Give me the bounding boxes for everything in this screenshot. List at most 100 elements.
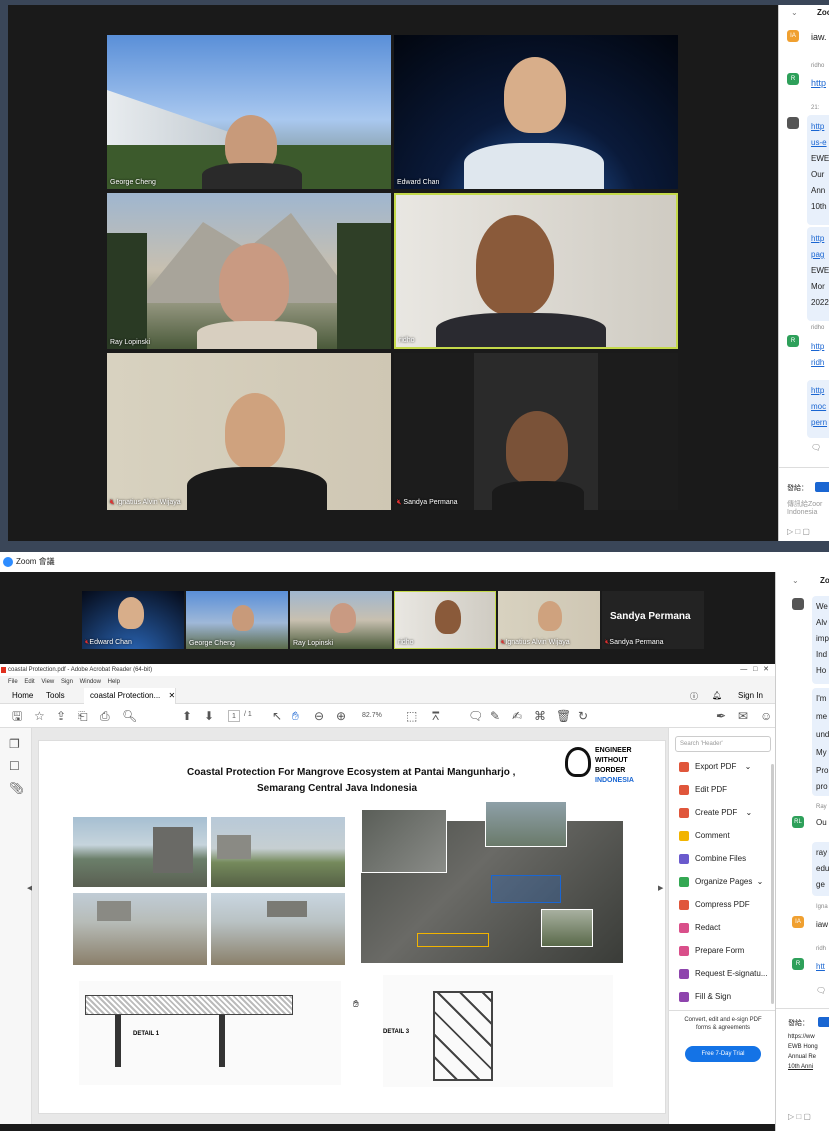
person-head bbox=[538, 601, 562, 631]
chat-collapse-icon[interactable]: ⌄ bbox=[792, 576, 799, 585]
chat-link[interactable]: pern bbox=[811, 418, 827, 427]
zoom-out-icon[interactable]: ⊖ bbox=[314, 704, 324, 728]
save-icon[interactable]: 🖫︎ bbox=[12, 704, 22, 728]
zoom-level[interactable]: 82.7% bbox=[362, 712, 382, 719]
free-trial-button[interactable]: Free 7-Day Trial bbox=[685, 1046, 761, 1062]
tab-home[interactable]: Home bbox=[12, 691, 33, 700]
panel-scrollbar[interactable] bbox=[771, 764, 774, 1004]
thumb-edward-chan[interactable]: 🔇︎Edward Chan bbox=[82, 591, 184, 649]
chat-time: 21: bbox=[811, 105, 820, 111]
star-icon[interactable]: ☆ bbox=[34, 704, 45, 728]
chat-link[interactable]: ridh bbox=[811, 358, 824, 367]
share-icon[interactable]: ⎗ bbox=[78, 704, 88, 728]
attachment-icon[interactable]: 📎︎ bbox=[9, 776, 24, 800]
thumb-george-cheng[interactable]: George Cheng bbox=[186, 591, 288, 649]
chat-link[interactable]: us-e bbox=[811, 138, 827, 147]
bookmark-icon[interactable]: ☐ bbox=[9, 754, 20, 778]
tab-document[interactable]: coastal Protection... ✕ bbox=[84, 688, 176, 704]
rotate-icon[interactable]: ↻ bbox=[578, 704, 588, 728]
video-tile-edward-chan[interactable]: Edward Chan bbox=[394, 35, 678, 189]
thumb-ignatius-alvin-wijaya[interactable]: 🔇︎Ignatius Alvin Wijaya bbox=[498, 591, 600, 649]
chat-toolbar-icons[interactable]: ▷ □ ▢ bbox=[788, 1112, 811, 1121]
thumb-ray-lopinski[interactable]: Ray Lopinski bbox=[290, 591, 392, 649]
sign-icon[interactable]: ✍︎ bbox=[512, 704, 522, 728]
tools-search-input[interactable]: Search 'Header' bbox=[675, 736, 771, 752]
chat-link[interactable]: pag bbox=[811, 250, 824, 259]
pages-icon[interactable]: ❐ bbox=[9, 732, 20, 756]
comment-icon[interactable]: 🗨︎ bbox=[468, 704, 483, 728]
chat-link[interactable]: http bbox=[811, 234, 824, 243]
chat-draft-line[interactable]: https://ww bbox=[788, 1034, 815, 1040]
signature-icon[interactable]: ✒ bbox=[716, 704, 726, 728]
tool-edit-pdf[interactable]: Edit PDF bbox=[679, 785, 727, 795]
menu-window[interactable]: Window bbox=[80, 679, 101, 685]
account-icon[interactable]: ☺ bbox=[760, 704, 772, 728]
logo-text-1: ENGINEER bbox=[595, 747, 632, 754]
close-tab-icon[interactable]: ✕ bbox=[169, 691, 176, 700]
chat-link[interactable]: htt bbox=[816, 962, 825, 971]
menu-edit[interactable]: Edit bbox=[24, 679, 34, 685]
video-tile-ridho[interactable]: ridho bbox=[394, 193, 678, 349]
chat-text: EWE bbox=[811, 266, 829, 275]
chat-link[interactable]: http bbox=[811, 78, 826, 88]
person-body bbox=[436, 313, 606, 347]
mail-icon[interactable]: ✉ bbox=[738, 704, 748, 728]
chat-link[interactable]: http bbox=[811, 342, 824, 351]
zoom-in-icon[interactable]: ⊕ bbox=[336, 704, 346, 728]
thumb-sandya-permana[interactable]: Sandya Permana 🔇︎Sandya Permana bbox=[602, 591, 704, 649]
tool-compress-pdf[interactable]: Compress PDF bbox=[679, 900, 750, 910]
reaction-icon[interactable]: 🗨︎ bbox=[811, 443, 821, 452]
tool-comment[interactable]: Comment bbox=[679, 831, 730, 841]
tool-combine-files[interactable]: Combine Files bbox=[679, 854, 746, 864]
menu-sign[interactable]: Sign bbox=[61, 679, 73, 685]
reaction-icon[interactable]: 🗨︎ bbox=[816, 986, 826, 995]
chat-toolbar-icons[interactable]: ▷ □ ▢ bbox=[787, 527, 810, 536]
select-cursor-icon[interactable]: ↖ bbox=[272, 704, 282, 728]
tool-fill-and-sign[interactable]: Fill & Sign bbox=[679, 992, 731, 1002]
chat-text: Ind bbox=[816, 650, 828, 659]
trash-icon[interactable]: 🗑︎ bbox=[556, 704, 571, 728]
tool-organize-pages[interactable]: Organize Pages ⌄ bbox=[679, 877, 763, 887]
hand-icon[interactable]: ✋︎ bbox=[292, 704, 299, 728]
chat-collapse-icon[interactable]: ⌄ bbox=[791, 8, 798, 17]
tools-panel: Search 'Header' Export PDF ⌄ Edit PDF Cr… bbox=[668, 728, 776, 1124]
chat-bubble bbox=[812, 688, 829, 796]
tool-prepare-form[interactable]: Prepare Form bbox=[679, 946, 744, 956]
chat-input-placeholder[interactable]: 傳訊給Zoor bbox=[787, 499, 822, 509]
thumb-ridho[interactable]: ridho bbox=[394, 591, 496, 649]
search-icon[interactable]: 🔍︎ bbox=[122, 704, 137, 728]
scroll-mode-icon[interactable]: ⩞ bbox=[432, 704, 439, 728]
tool-request-esignature[interactable]: Request E-signatu... bbox=[679, 969, 767, 979]
page-down-icon[interactable]: ⬇︎ bbox=[204, 704, 214, 728]
collapse-right-arrow[interactable]: ▶ bbox=[658, 884, 663, 892]
chat-link[interactable]: http bbox=[811, 122, 824, 131]
menu-view[interactable]: View bbox=[41, 679, 54, 685]
fit-page-icon[interactable]: ⬚ bbox=[406, 704, 417, 728]
annotation-box bbox=[417, 933, 489, 947]
print-icon[interactable]: ⎙ bbox=[100, 704, 110, 728]
video-tile-george-cheng[interactable]: George Cheng bbox=[107, 35, 391, 189]
menu-file[interactable]: File bbox=[8, 679, 18, 685]
recipient-dropdown[interactable] bbox=[815, 482, 829, 492]
stamp-icon[interactable]: ⌘ bbox=[534, 704, 546, 728]
pen-icon[interactable]: ✎ bbox=[490, 704, 500, 728]
menu-help[interactable]: Help bbox=[108, 679, 120, 685]
video-tile-ignatius-alvin-wijaya[interactable]: 🔇︎ Ignatius Alvin Wijaya bbox=[107, 353, 391, 510]
tab-tools[interactable]: Tools bbox=[46, 691, 65, 700]
page-number-input[interactable]: 1 bbox=[228, 710, 240, 722]
window-controls[interactable]: — □ ✕ bbox=[740, 664, 769, 676]
chat-link[interactable]: http bbox=[811, 386, 824, 395]
page-up-icon[interactable]: ⬆︎ bbox=[182, 704, 192, 728]
chat-link[interactable]: moc bbox=[811, 402, 826, 411]
recipient-dropdown[interactable] bbox=[818, 1017, 829, 1027]
upload-icon[interactable]: ⇪ bbox=[56, 704, 66, 728]
video-tile-sandya-permana[interactable]: 🔇︎ Sandya Permana bbox=[394, 353, 678, 510]
bell-icon[interactable]: 🔔︎ bbox=[712, 691, 722, 700]
help-icon[interactable]: ⓘ bbox=[690, 691, 698, 702]
video-tile-ray-lopinski[interactable]: Ray Lopinski bbox=[107, 193, 391, 349]
tool-redact[interactable]: Redact bbox=[679, 923, 720, 933]
tool-create-pdf[interactable]: Create PDF ⌄ bbox=[679, 808, 752, 818]
tool-export-pdf[interactable]: Export PDF ⌄ bbox=[679, 762, 751, 772]
sign-in-link[interactable]: Sign In bbox=[738, 691, 763, 700]
window-title: Zoom 會議 bbox=[16, 557, 55, 566]
